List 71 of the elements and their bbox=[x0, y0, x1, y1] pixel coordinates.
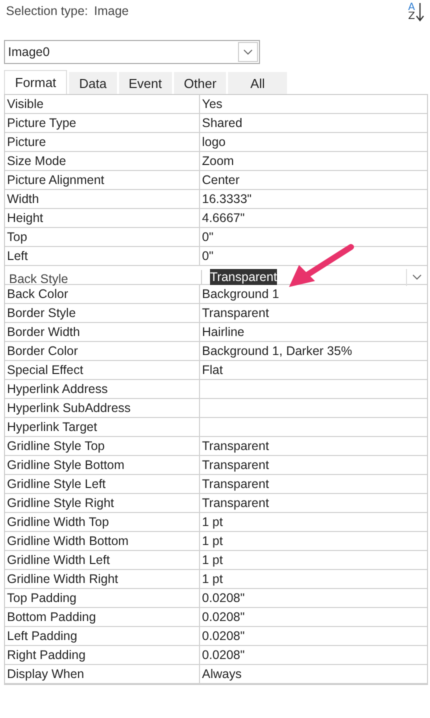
property-value[interactable]: Always bbox=[202, 666, 242, 682]
chevron-down-icon bbox=[243, 49, 253, 55]
property-value[interactable]: Background 1, Darker 35% bbox=[202, 343, 352, 359]
selection-type-label: Selection type: bbox=[6, 4, 88, 18]
tab[interactable]: Data bbox=[69, 72, 117, 94]
chevron-down-icon bbox=[412, 274, 422, 280]
property-value[interactable]: 0" bbox=[202, 248, 214, 264]
property-name: Back Color bbox=[5, 285, 200, 303]
tab[interactable]: All bbox=[228, 72, 287, 94]
property-value[interactable]: 1 pt bbox=[202, 552, 223, 568]
property-name: Visible bbox=[5, 95, 200, 113]
property-name: Width bbox=[5, 190, 200, 208]
property-value[interactable]: 1 pt bbox=[202, 514, 223, 530]
property-value[interactable]: Hairline bbox=[202, 324, 244, 340]
property-name: Gridline Style Top bbox=[5, 437, 200, 455]
tab[interactable]: Other bbox=[174, 72, 226, 94]
property-value[interactable]: Transparent bbox=[202, 457, 269, 473]
property-name: Size Mode bbox=[5, 152, 200, 170]
property-value[interactable]: Transparent bbox=[202, 438, 269, 454]
property-name: Gridline Width Top bbox=[5, 513, 200, 531]
down-arrow-icon bbox=[416, 2, 424, 22]
property-name: Back Style bbox=[7, 270, 202, 284]
property-value[interactable]: Center bbox=[202, 172, 240, 188]
property-name: Bottom Padding bbox=[5, 608, 200, 626]
property-value[interactable]: 0.0208" bbox=[202, 590, 245, 606]
property-name: Hyperlink Target bbox=[5, 418, 200, 436]
property-name: Picture Type bbox=[5, 114, 200, 132]
property-name: Gridline Width Right bbox=[5, 570, 200, 588]
property-name: Hyperlink SubAddress bbox=[5, 399, 200, 417]
property-name: Special Effect bbox=[5, 361, 200, 379]
property-value[interactable]: logo bbox=[202, 134, 226, 150]
property-value[interactable]: 0.0208" bbox=[202, 609, 245, 625]
property-value[interactable]: Background 1 bbox=[202, 286, 280, 302]
property-name: Top bbox=[5, 228, 200, 246]
property-name: Hyperlink Address bbox=[5, 380, 200, 398]
object-dropdown[interactable]: Image0 bbox=[4, 40, 260, 64]
sort-button[interactable]: A Z bbox=[408, 2, 424, 22]
property-name: Border Color bbox=[5, 342, 200, 360]
property-name: Gridline Style Bottom bbox=[5, 456, 200, 474]
property-name: Right Padding bbox=[5, 646, 200, 664]
property-value[interactable]: 0.0208" bbox=[202, 628, 245, 644]
property-value[interactable]: Transparent bbox=[210, 269, 277, 285]
property-name: Picture Alignment bbox=[5, 171, 200, 189]
property-name: Top Padding bbox=[5, 589, 200, 607]
property-value[interactable]: 0.0208" bbox=[202, 647, 245, 663]
property-value[interactable]: Transparent bbox=[202, 495, 269, 511]
tab[interactable]: Event bbox=[118, 72, 172, 94]
property-name: Gridline Style Right bbox=[5, 494, 200, 512]
property-value[interactable]: 16.3333" bbox=[202, 191, 252, 207]
property-value[interactable]: 1 pt bbox=[202, 533, 223, 549]
property-name: Height bbox=[5, 209, 200, 227]
property-value[interactable]: Yes bbox=[202, 96, 222, 112]
property-value[interactable]: Transparent bbox=[202, 305, 269, 321]
property-name: Left bbox=[5, 247, 200, 265]
property-value[interactable]: 0" bbox=[202, 229, 214, 245]
tab[interactable]: Format bbox=[4, 70, 68, 94]
property-name: Display When bbox=[5, 665, 200, 683]
property-value[interactable]: Zoom bbox=[202, 153, 234, 169]
property-value[interactable]: Flat bbox=[202, 362, 223, 378]
property-name: Picture bbox=[5, 133, 200, 151]
property-name: Border Width bbox=[5, 323, 200, 341]
property-value[interactable]: Shared bbox=[202, 115, 242, 131]
property-value[interactable]: Transparent bbox=[202, 476, 269, 492]
property-name: Gridline Style Left bbox=[5, 475, 200, 493]
property-name: Left Padding bbox=[5, 627, 200, 645]
property-name: Gridline Width Bottom bbox=[5, 532, 200, 550]
property-value[interactable]: 1 pt bbox=[202, 571, 223, 587]
property-name: Gridline Width Left bbox=[5, 551, 200, 569]
property-value[interactable]: 4.6667" bbox=[202, 210, 245, 226]
selection-type-value: Image bbox=[94, 4, 129, 18]
property-name: Border Style bbox=[5, 304, 200, 322]
